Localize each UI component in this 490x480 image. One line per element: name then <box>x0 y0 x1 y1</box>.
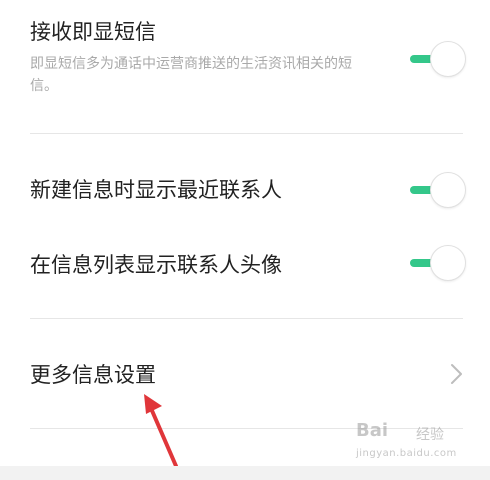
toggle-show-recent-contacts[interactable] <box>410 172 466 208</box>
setting-title-show-recent-contacts: 新建信息时显示最近联系人 <box>30 178 282 202</box>
annotation-arrow <box>144 394 178 468</box>
setting-title-instant-sms: 接收即显短信 <box>30 20 156 44</box>
divider <box>30 318 463 319</box>
setting-row-show-contact-avatars[interactable]: 在信息列表显示联系人头像 <box>0 236 490 296</box>
setting-title-show-contact-avatars: 在信息列表显示联系人头像 <box>30 253 282 277</box>
setting-title-more-settings: 更多信息设置 <box>30 363 156 387</box>
watermark-url: jingyan.baidu.com <box>356 448 457 459</box>
setting-row-more-settings[interactable]: 更多信息设置 <box>0 345 490 407</box>
divider <box>30 133 463 134</box>
toggle-knob <box>430 245 466 281</box>
toggle-knob <box>430 41 466 77</box>
bottom-bar <box>0 466 490 480</box>
chevron-right-icon <box>451 364 462 384</box>
setting-row-show-recent-contacts[interactable]: 新建信息时显示最近联系人 <box>0 160 490 220</box>
setting-row-instant-sms[interactable]: 接收即显短信 即显短信多为通话中运营商推送的生活资讯相关的短信。 <box>0 0 490 134</box>
watermark-brand-tail: 经验 <box>416 427 444 443</box>
baidu-jingyan-watermark: Bai 经验 jingyan.baidu.com <box>356 418 456 466</box>
setting-description-instant-sms: 即显短信多为通话中运营商推送的生活资讯相关的短信。 <box>30 56 352 94</box>
toggle-instant-sms[interactable] <box>410 41 466 77</box>
toggle-knob <box>430 172 466 208</box>
toggle-show-contact-avatars[interactable] <box>410 245 466 281</box>
watermark-brand: Bai <box>356 420 389 441</box>
